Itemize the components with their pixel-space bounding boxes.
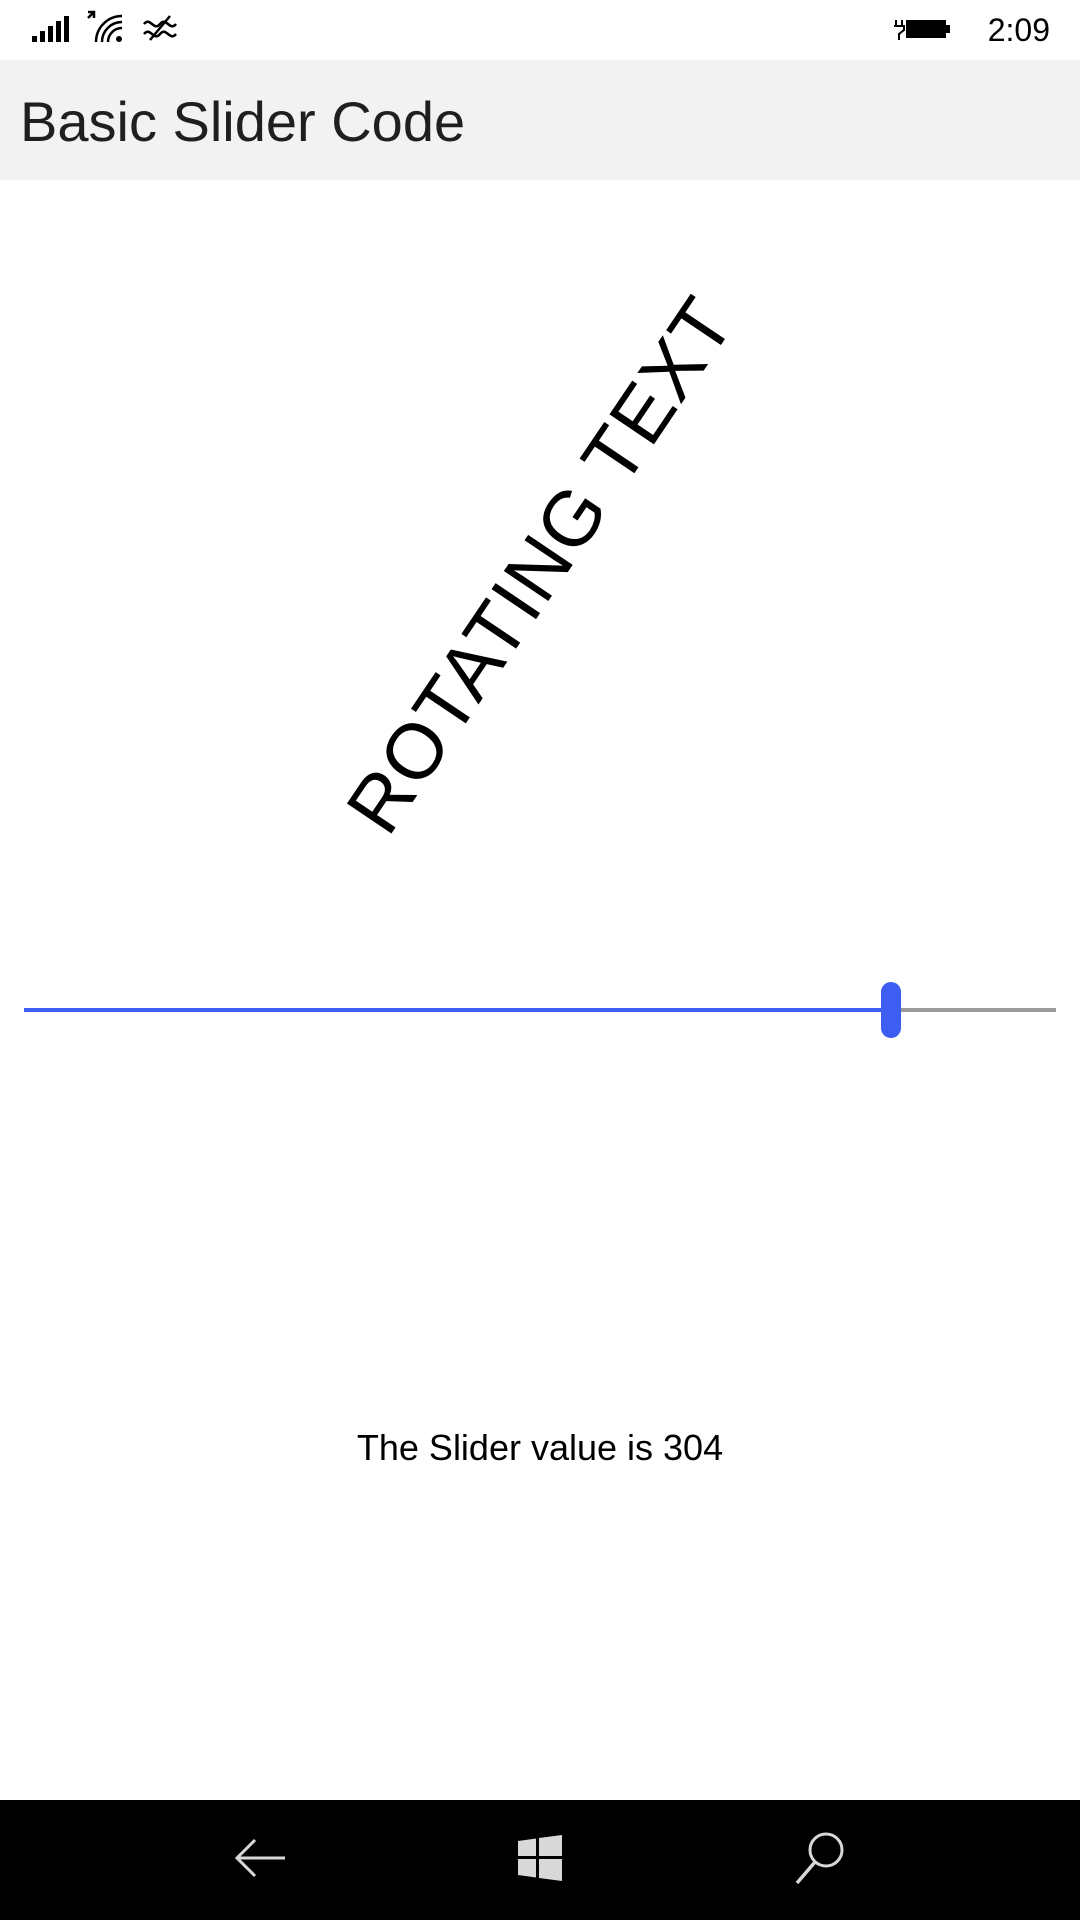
back-icon: [233, 1838, 287, 1882]
signal-icon: [30, 14, 70, 48]
search-button[interactable]: [780, 1830, 860, 1890]
connectivity-icon: [140, 12, 180, 48]
rotation-slider[interactable]: [24, 980, 1056, 1040]
rotating-label: ROTATING TEXT: [329, 281, 751, 849]
navigation-bar: [0, 1800, 1080, 1920]
slider-fill: [24, 1008, 891, 1012]
page-header: Basic Slider Code: [0, 60, 1080, 180]
status-bar: 2:09: [0, 0, 1080, 60]
search-icon: [794, 1830, 846, 1890]
slider-value-label: The Slider value is 304: [356, 1427, 724, 1468]
back-button[interactable]: [220, 1830, 300, 1890]
slider-thumb[interactable]: [880, 982, 901, 1038]
windows-icon: [516, 1834, 564, 1886]
status-time: 2:09: [987, 12, 1050, 48]
wifi-icon: [86, 8, 126, 52]
page-title: Basic Slider Code: [20, 90, 466, 153]
battery-icon: [894, 14, 954, 48]
home-button[interactable]: [500, 1830, 580, 1890]
app-screen: 2:09 Basic Slider Code ROTATING TEXT The…: [0, 0, 1080, 1920]
